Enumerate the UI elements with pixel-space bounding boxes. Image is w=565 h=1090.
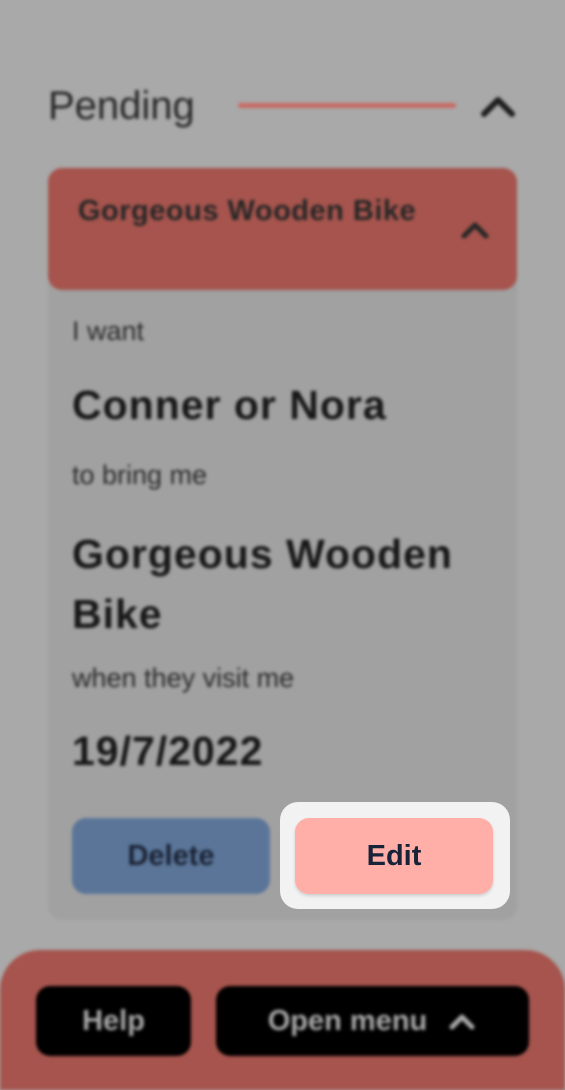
dimmed-background: Pending Gorgeous Wooden Bike I want Conn…: [0, 0, 565, 1090]
chevron-up-icon[interactable]: [458, 216, 492, 242]
help-button[interactable]: Help: [36, 986, 191, 1056]
intro-text: I want: [72, 316, 145, 346]
people-text: Conner or Nora: [72, 382, 387, 428]
bring-text: to bring me: [72, 460, 208, 490]
bottom-bar: Help Open menu: [0, 950, 565, 1090]
pending-section-header[interactable]: Pending: [48, 78, 523, 138]
chevron-up-icon[interactable]: [478, 86, 518, 126]
section-divider: [238, 103, 456, 108]
open-menu-button[interactable]: Open menu: [216, 986, 529, 1056]
edit-button-highlight: Edit: [280, 802, 510, 909]
section-title: Pending: [48, 84, 195, 128]
edit-button[interactable]: Edit: [295, 818, 493, 894]
chevron-up-icon: [449, 1014, 475, 1030]
item-text: Gorgeous Wooden Bike: [72, 531, 453, 637]
date-text: 19/7/2022: [72, 728, 264, 774]
open-menu-label: Open menu: [267, 1004, 428, 1037]
edit-label: Edit: [366, 839, 422, 872]
visit-text: when they visit me: [72, 663, 295, 693]
help-label: Help: [82, 1004, 145, 1037]
request-card-header[interactable]: Gorgeous Wooden Bike: [48, 168, 517, 290]
delete-button[interactable]: Delete: [72, 818, 270, 894]
request-card-title: Gorgeous Wooden Bike: [78, 195, 417, 227]
